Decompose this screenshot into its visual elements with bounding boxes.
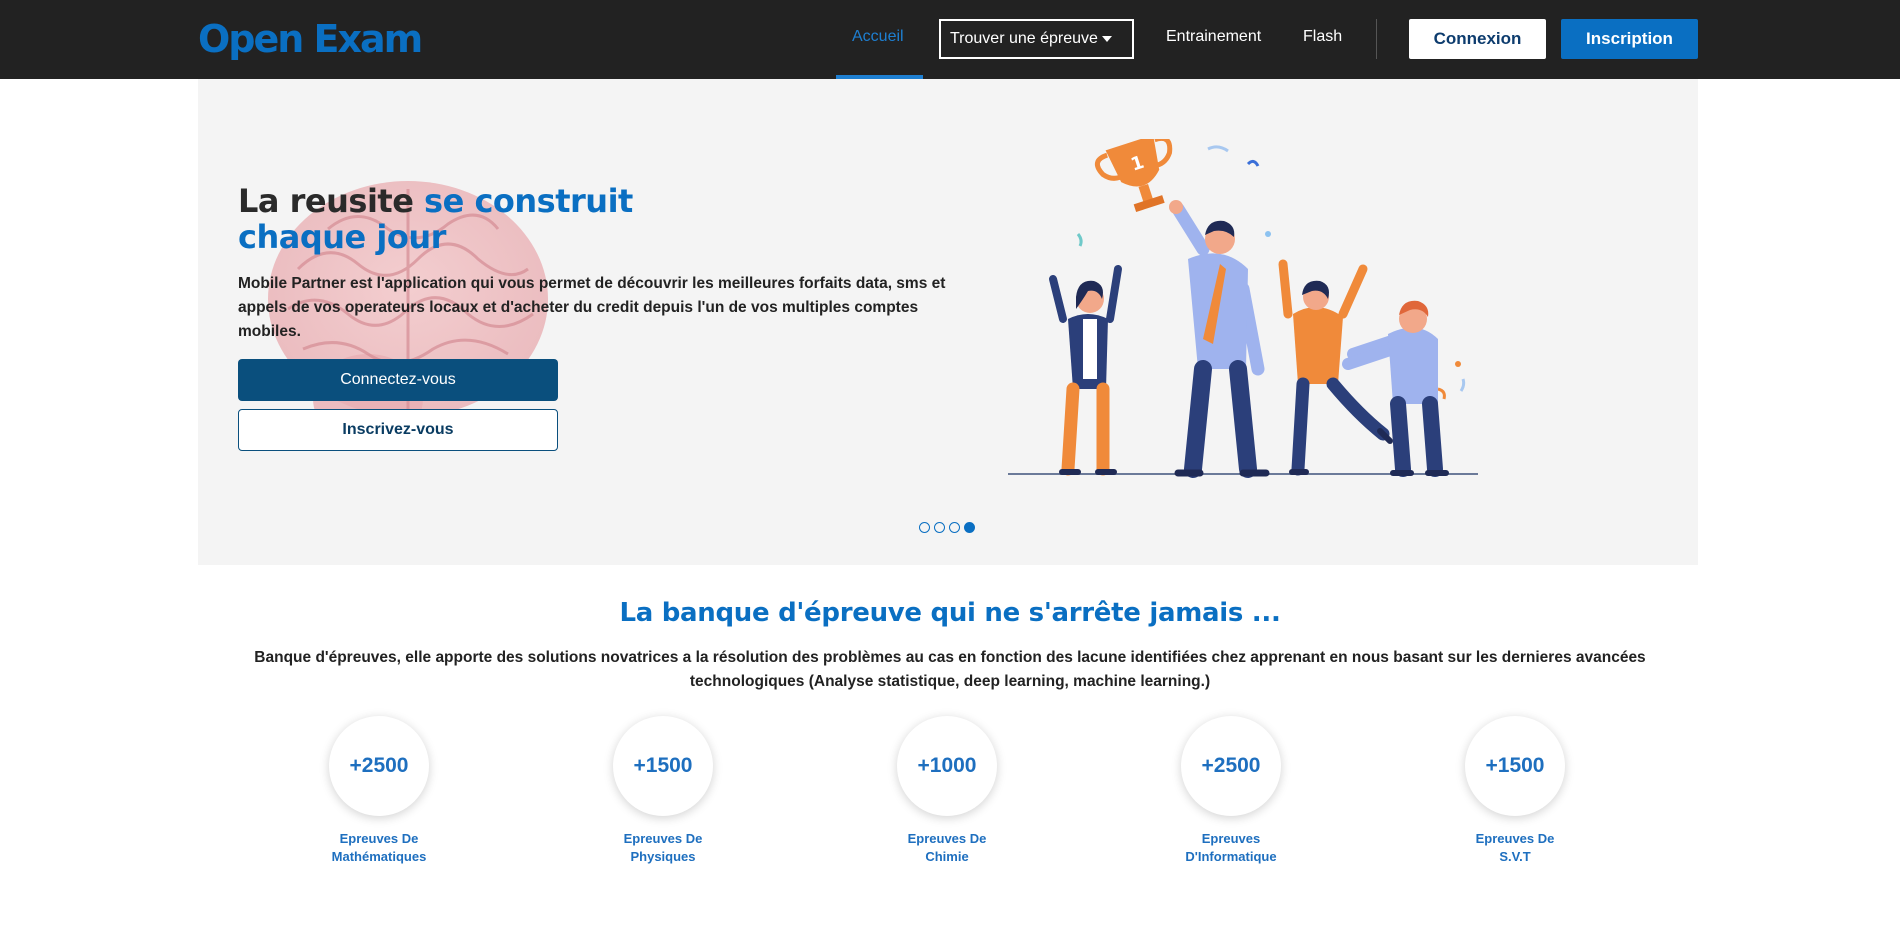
carousel-dot-3[interactable] [949,522,960,533]
stat-item: +2500 Epreuves De Mathématiques [279,716,479,866]
caret-down-icon [1101,35,1112,42]
stat-item: +1500 Epreuves De Physiques [563,716,763,866]
navbar: Open Exam Accueil Trouver une épreuve En… [0,0,1900,79]
stat-value: +1500 [1465,716,1565,816]
stat-label-line2: Chimie [925,849,969,864]
stat-value: +1500 [613,716,713,816]
section-title: La banque d'épreuve qui ne s'arrête jama… [619,598,1281,628]
stat-label: Epreuves D'Informatique [1131,830,1331,866]
section-description: Banque d'épreuves, elle apporte des solu… [254,649,1646,690]
inscription-button[interactable]: Inscription [1561,19,1698,59]
team-trophy-illustration: 1 [1008,139,1478,478]
hero-title-main: La reusite [238,182,425,220]
stat-label-line1: Epreuves De [339,831,419,846]
stat-label-line2: Physiques [630,849,696,864]
connexion-button[interactable]: Connexion [1409,19,1546,59]
stat-label-line1: Epreuves De [1475,831,1555,846]
stat-label-line1: Epreuves [1201,831,1261,846]
stat-label-line1: Epreuves De [623,831,703,846]
stat-label-line1: Epreuves De [907,831,987,846]
logo[interactable]: Open Exam [198,17,423,61]
carousel-dot-1[interactable] [919,522,930,533]
hero-carousel: La reusite se construit chaque jour Mobi… [198,79,1698,565]
stat-item: +1500 Epreuves De S.V.T [1415,716,1615,866]
stat-item: +2500 Epreuves D'Informatique [1131,716,1331,866]
stat-label: Epreuves De Chimie [847,830,1047,866]
hero-title: La reusite se construit chaque jour [238,183,698,255]
inscrivez-vous-button[interactable]: Inscrivez-vous [238,409,558,451]
stat-value: +2500 [329,716,429,816]
nav-link-accueil[interactable]: Accueil [852,0,904,79]
nav-link-flash[interactable]: Flash [1303,0,1342,79]
stat-label: Epreuves De Physiques [563,830,763,866]
carousel-dot-4[interactable] [964,522,975,533]
stat-value: +2500 [1181,716,1281,816]
stat-label-line2: S.V.T [1499,849,1531,864]
nav-dropdown-label: Trouver une épreuve [950,30,1098,47]
nav-divider [1376,19,1377,59]
stat-label: Epreuves De Mathématiques [279,830,479,866]
stat-label-line2: D'Informatique [1185,849,1277,864]
nav-link-entrainement[interactable]: Entrainement [1166,0,1261,79]
stat-value: +1000 [897,716,997,816]
stat-label: Epreuves De S.V.T [1415,830,1615,866]
stat-item: +1000 Epreuves De Chimie [847,716,1047,866]
nav-dropdown-trouver[interactable]: Trouver une épreuve [939,19,1134,59]
connectez-vous-button[interactable]: Connectez-vous [238,359,558,401]
hero-description: Mobile Partner est l'application qui vou… [238,275,946,340]
carousel-indicators [919,522,979,534]
stat-label-line2: Mathématiques [331,849,427,864]
carousel-dot-2[interactable] [934,522,945,533]
